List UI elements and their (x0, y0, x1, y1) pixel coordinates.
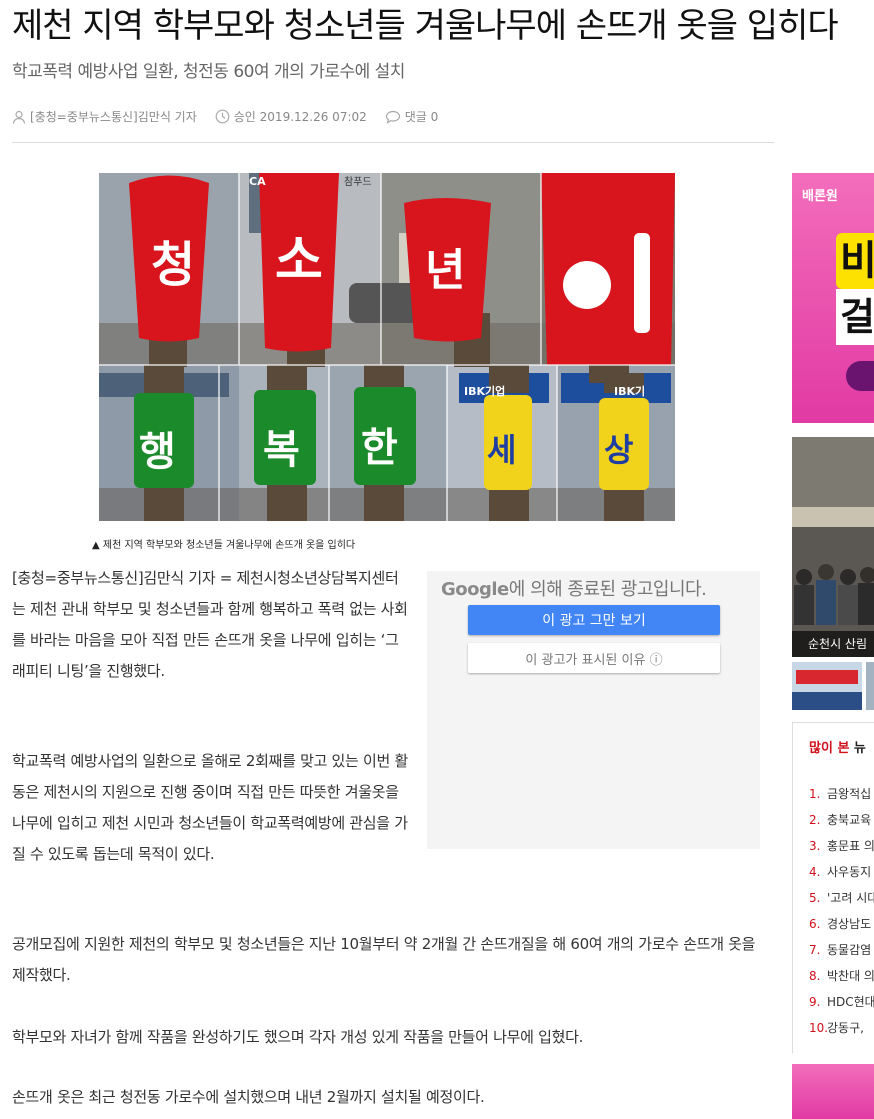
ad-cta-button[interactable] (846, 361, 874, 391)
ad-notice-text: 에 의해 종료된 광고입니다. (508, 579, 707, 600)
news-photo-image (792, 437, 874, 657)
google-logo: Google (441, 579, 509, 600)
popular-news-item[interactable]: 6. 경상남도 (809, 911, 874, 937)
knit-letter: 상 (604, 431, 633, 469)
user-icon (12, 110, 26, 124)
closed-ad-panel: Google에 의해 종료된 광고입니다. 이 광고 그만 보기 이 광고가 표… (427, 571, 760, 849)
popular-news-item[interactable]: 4. 사우동지 (809, 859, 874, 885)
store-sign: IBK기업 (464, 384, 505, 398)
knit-letter: 행 (139, 429, 176, 475)
knit-letter: 한 (361, 425, 398, 471)
article-title: 제천 지역 학부모와 청소년들 겨울나무에 손뜨개 옷을 입히다 (12, 6, 839, 46)
ad-notice: Google에 의해 종료된 광고입니다. (441, 575, 707, 601)
rank-number: 3. (809, 839, 821, 853)
article-paragraph: 손뜨개 옷은 최근 청전동 가로수에 설치했으며 내년 2월까지 설치될 예정이… (12, 1088, 485, 1106)
comments-link[interactable]: 댓글 0 (385, 108, 439, 125)
popular-news-item[interactable]: 8. 박찬대 의 (809, 963, 874, 989)
knit-letter: 세 (487, 431, 516, 469)
header-divider (12, 142, 774, 143)
thumbnail-image (792, 662, 862, 710)
rank-number: 1. (809, 787, 821, 801)
article-meta: [충청=중부뉴스통신]김만식 기자 승인 2019.12.26 07:02 댓글… (12, 108, 450, 125)
sidebar-banner-ad[interactable]: 배론원 비 걸 (792, 173, 874, 423)
sidebar-banner-ad-2[interactable] (792, 1064, 874, 1119)
rank-number: 7. (809, 943, 821, 957)
knit-letter: 복 (263, 427, 300, 473)
knit-letter: 소 (275, 231, 323, 291)
rank-number: 8. (809, 969, 821, 983)
ad-brand-label: 배론원 (802, 189, 838, 204)
news-thumbnail[interactable] (866, 662, 874, 710)
article-photo[interactable]: 청 소 년 행 복 한 세 상 CA 참푸드 IBK기업 IBK기 (99, 173, 675, 521)
popular-news-title: 경상남도 (827, 917, 872, 931)
thumbnail-image (866, 662, 874, 710)
knitted-trees-collage: 청 소 년 행 복 한 세 상 CA 참푸드 IBK기업 IBK기 (99, 173, 675, 521)
stop-ad-button[interactable]: 이 광고 그만 보기 (468, 605, 720, 635)
popular-news-title: 금왕적십 (827, 787, 872, 801)
popular-news-title: '고려 시대 (827, 891, 874, 905)
popular-news-item[interactable]: 7. 동물감염 (809, 937, 874, 963)
popular-news-title: 홍문표 의 (827, 839, 874, 853)
popular-news-title: HDC현대 (827, 995, 874, 1009)
popular-news-box: 많이 본 뉴 1. 금왕적십 2. 충북교육 3. 홍문표 의 4. 사우동지 5. '고려 시대… (792, 722, 874, 1053)
store-sign: CA (249, 175, 266, 188)
rank-number: 9. (809, 995, 821, 1009)
popular-news-item[interactable]: 9. HDC현대 (809, 989, 874, 1015)
clock-icon (215, 109, 230, 124)
article-paragraph: 학교폭력 예방사업의 일환으로 올해로 2회째를 맞고 있는 이번 활동은 제천… (12, 752, 408, 863)
rank-number: 6. (809, 917, 821, 931)
rank-number: 5. (809, 891, 821, 905)
article-paragraph: [충청=중부뉴스통신]김만식 기자 = 제천시청소년상담복지센터는 제천 관내 … (12, 569, 408, 680)
photo-caption: ▲ 제천 지역 학부모와 청소년들 겨울나무에 손뜨개 옷을 입히다 (92, 540, 356, 551)
popular-news-item[interactable]: 3. 홍문표 의 (809, 833, 874, 859)
knit-letter: 청 (151, 237, 195, 293)
popular-news-title: 사우동지 (827, 865, 872, 879)
popular-news-title: 충북교육 (827, 813, 872, 827)
ad-headline-2: 걸 (836, 289, 874, 345)
article-paragraph: 공개모집에 지원한 제천의 학부모 및 청소년들은 지난 10월부터 약 2개월… (12, 935, 756, 984)
popular-news-item[interactable]: 1. 금왕적십 (809, 781, 874, 807)
popular-news-heading: 많이 본 뉴 (809, 741, 866, 756)
popular-news-item[interactable]: 5. '고려 시대 (809, 885, 874, 911)
popular-news-title: 강동구, (827, 1021, 864, 1035)
popular-news-title: 동물감염 (827, 943, 872, 957)
article-subtitle: 학교폭력 예방사업 일환, 청전동 60여 개의 가로수에 설치 (12, 62, 405, 82)
knit-letter: 년 (425, 245, 465, 296)
rank-number: 2. (809, 813, 821, 827)
ad-headline-1: 비 (836, 233, 874, 289)
comments-count: 댓글 0 (404, 110, 439, 124)
popular-news-item[interactable]: 2. 충북교육 (809, 807, 874, 833)
popular-news-list: 1. 금왕적십 2. 충북교육 3. 홍문표 의 4. 사우동지 5. '고려 시대 6. 경상남도 7… (809, 781, 874, 1041)
rank-number: 10. (809, 1021, 829, 1035)
why-ad-button[interactable]: 이 광고가 표시된 이유 ⓘ (468, 643, 720, 673)
store-sign: IBK기 (614, 384, 645, 398)
article-paragraph: 학부모와 자녀가 함께 작품을 완성하기도 했으며 각자 개성 있게 작품을 만… (12, 1028, 584, 1046)
comment-icon (385, 110, 400, 124)
news-photo-caption: 순천시 산림 (792, 631, 874, 657)
approved-date: 승인 2019.12.26 07:02 (233, 110, 367, 124)
rank-number: 4. (809, 865, 821, 879)
author-label: [충청=중부뉴스통신]김만식 기자 (30, 110, 197, 124)
sidebar-news-photo[interactable]: 순천시 산림 (792, 437, 874, 657)
store-sign: 참푸드 (344, 176, 372, 188)
news-thumbnail[interactable] (792, 662, 862, 710)
popular-news-item[interactable]: 10.강동구, (809, 1015, 874, 1041)
popular-news-title: 박찬대 의 (827, 969, 874, 983)
